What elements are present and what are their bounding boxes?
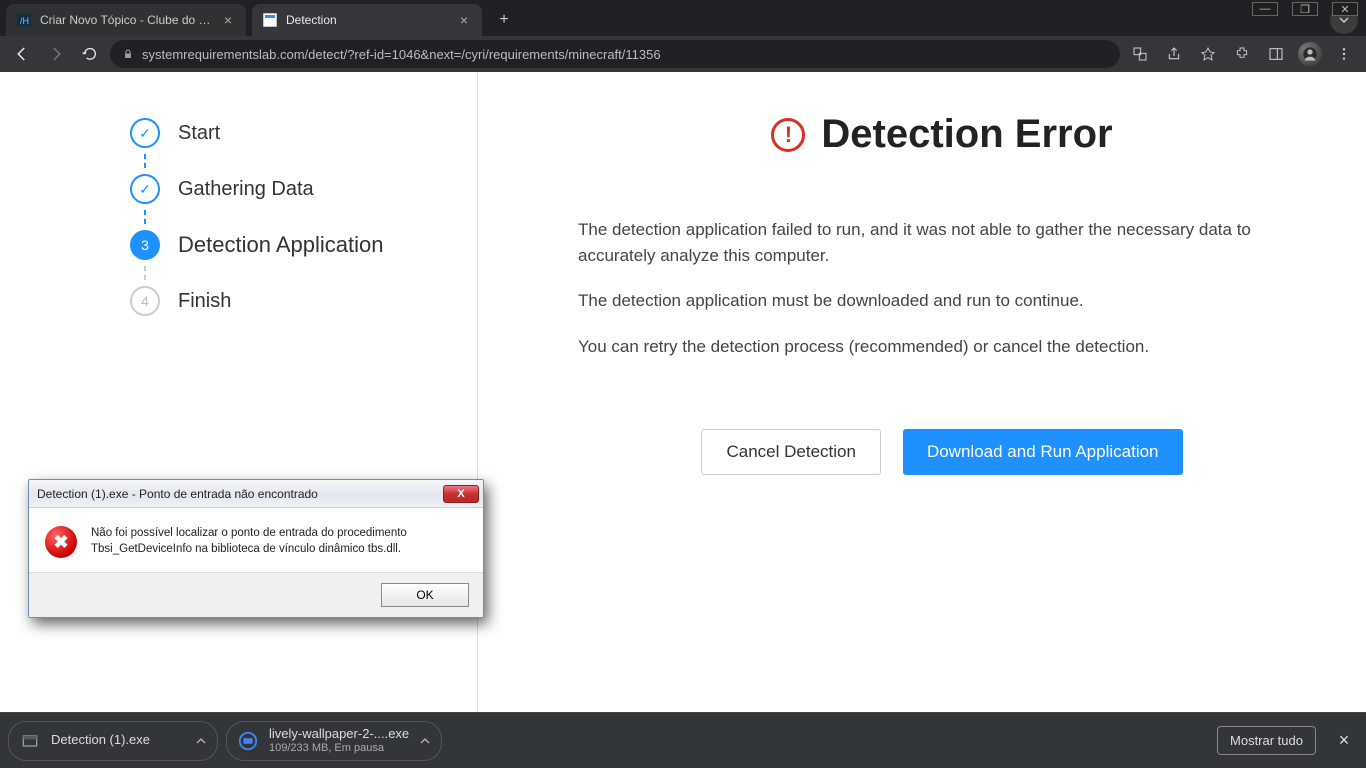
- dialog-message: Não foi possível localizar o ponto de en…: [91, 526, 467, 558]
- window-restore-button[interactable]: ❐: [1292, 2, 1318, 16]
- error-paragraph: The detection application must be downlo…: [578, 288, 1258, 314]
- step-start: Start: [130, 118, 447, 148]
- download-item[interactable]: Detection (1).exe: [8, 721, 218, 761]
- window-minimize-button[interactable]: —: [1252, 2, 1278, 16]
- window-close-button[interactable]: ✕: [1332, 2, 1358, 16]
- error-icon: !: [771, 118, 805, 152]
- browser-toolbar: systemrequirementslab.com/detect/?ref-id…: [0, 36, 1366, 72]
- forward-button[interactable]: [42, 40, 70, 68]
- avatar-icon: [1298, 42, 1322, 66]
- windows-error-dialog: Detection (1).exe - Ponto de entrada não…: [28, 479, 484, 618]
- dialog-footer: OK: [29, 572, 483, 617]
- step-label: Detection Application: [178, 232, 383, 258]
- step-label: Start: [178, 122, 220, 145]
- translate-icon[interactable]: [1126, 40, 1154, 68]
- address-bar[interactable]: systemrequirementslab.com/detect/?ref-id…: [110, 40, 1120, 68]
- main-panel: ! Detection Error The detection applicat…: [478, 72, 1366, 712]
- svg-text:/H: /H: [20, 16, 29, 26]
- page-heading: ! Detection Error: [578, 112, 1306, 157]
- extensions-icon[interactable]: [1228, 40, 1256, 68]
- download-status: 109/233 MB, Em pausa: [269, 742, 409, 754]
- download-name: Detection (1).exe: [51, 733, 150, 747]
- dialog-close-button[interactable]: X: [443, 485, 479, 503]
- step-finish: 4 Finish: [130, 286, 447, 316]
- error-paragraph: The detection application failed to run,…: [578, 217, 1258, 268]
- dialog-ok-button[interactable]: OK: [381, 583, 469, 607]
- profile-avatar[interactable]: [1296, 40, 1324, 68]
- error-body: The detection application failed to run,…: [578, 217, 1306, 359]
- download-item[interactable]: lively-wallpaper-2-....exe 109/233 MB, E…: [226, 721, 442, 761]
- action-buttons: Cancel Detection Download and Run Applic…: [578, 429, 1306, 475]
- cancel-detection-button[interactable]: Cancel Detection: [701, 429, 880, 475]
- dialog-error-icon: ✖: [45, 526, 77, 558]
- error-paragraph: You can retry the detection process (rec…: [578, 334, 1258, 360]
- step-label: Gathering Data: [178, 178, 314, 201]
- step-circle-pending: 4: [130, 286, 160, 316]
- browser-tab-active[interactable]: Detection ×: [252, 4, 482, 36]
- chrome-menu-icon[interactable]: [1330, 40, 1358, 68]
- close-shelf-button[interactable]: ×: [1330, 727, 1358, 755]
- file-icon: [19, 730, 41, 752]
- file-icon: [237, 730, 259, 752]
- download-shelf: Detection (1).exe lively-wallpaper-2-...…: [0, 712, 1366, 768]
- favicon-icon: /H: [16, 12, 32, 28]
- step-connector: [144, 266, 447, 280]
- dialog-titlebar[interactable]: Detection (1).exe - Ponto de entrada não…: [29, 480, 483, 508]
- step-circle-current: 3: [130, 230, 160, 260]
- new-tab-button[interactable]: +: [490, 6, 518, 34]
- step-label: Finish: [178, 290, 231, 313]
- toolbar-actions: [1126, 40, 1358, 68]
- chevron-up-icon[interactable]: [195, 735, 207, 747]
- step-connector: [144, 154, 447, 168]
- download-run-button[interactable]: Download and Run Application: [903, 429, 1183, 475]
- favicon-icon: [262, 12, 278, 28]
- step-connector: [144, 210, 447, 224]
- chevron-up-icon[interactable]: [419, 735, 431, 747]
- tab-strip: /H Criar Novo Tópico - Clube do Ha × Det…: [0, 0, 1366, 36]
- bookmark-star-icon[interactable]: [1194, 40, 1222, 68]
- step-circle-done: [130, 174, 160, 204]
- close-tab-icon[interactable]: ×: [220, 12, 236, 28]
- window-controls: — ❐ ✕: [1244, 0, 1366, 18]
- page-title: Detection Error: [821, 112, 1112, 157]
- show-all-downloads-button[interactable]: Mostrar tudo: [1217, 726, 1316, 755]
- download-name: lively-wallpaper-2-....exe: [269, 727, 409, 741]
- url-text: systemrequirementslab.com/detect/?ref-id…: [142, 47, 661, 62]
- reload-button[interactable]: [76, 40, 104, 68]
- step-circle-done: [130, 118, 160, 148]
- close-tab-icon[interactable]: ×: [456, 12, 472, 28]
- dialog-title: Detection (1).exe - Ponto de entrada não…: [37, 487, 443, 501]
- back-button[interactable]: [8, 40, 36, 68]
- dialog-body: ✖ Não foi possível localizar o ponto de …: [29, 508, 483, 572]
- browser-tab[interactable]: /H Criar Novo Tópico - Clube do Ha ×: [6, 4, 246, 36]
- step-gathering-data: Gathering Data: [130, 174, 447, 204]
- side-panel-icon[interactable]: [1262, 40, 1290, 68]
- step-detection-application: 3 Detection Application: [130, 230, 447, 260]
- tab-title: Criar Novo Tópico - Clube do Ha: [40, 13, 212, 27]
- lock-icon: [122, 48, 134, 60]
- share-icon[interactable]: [1160, 40, 1188, 68]
- tab-title: Detection: [286, 13, 448, 27]
